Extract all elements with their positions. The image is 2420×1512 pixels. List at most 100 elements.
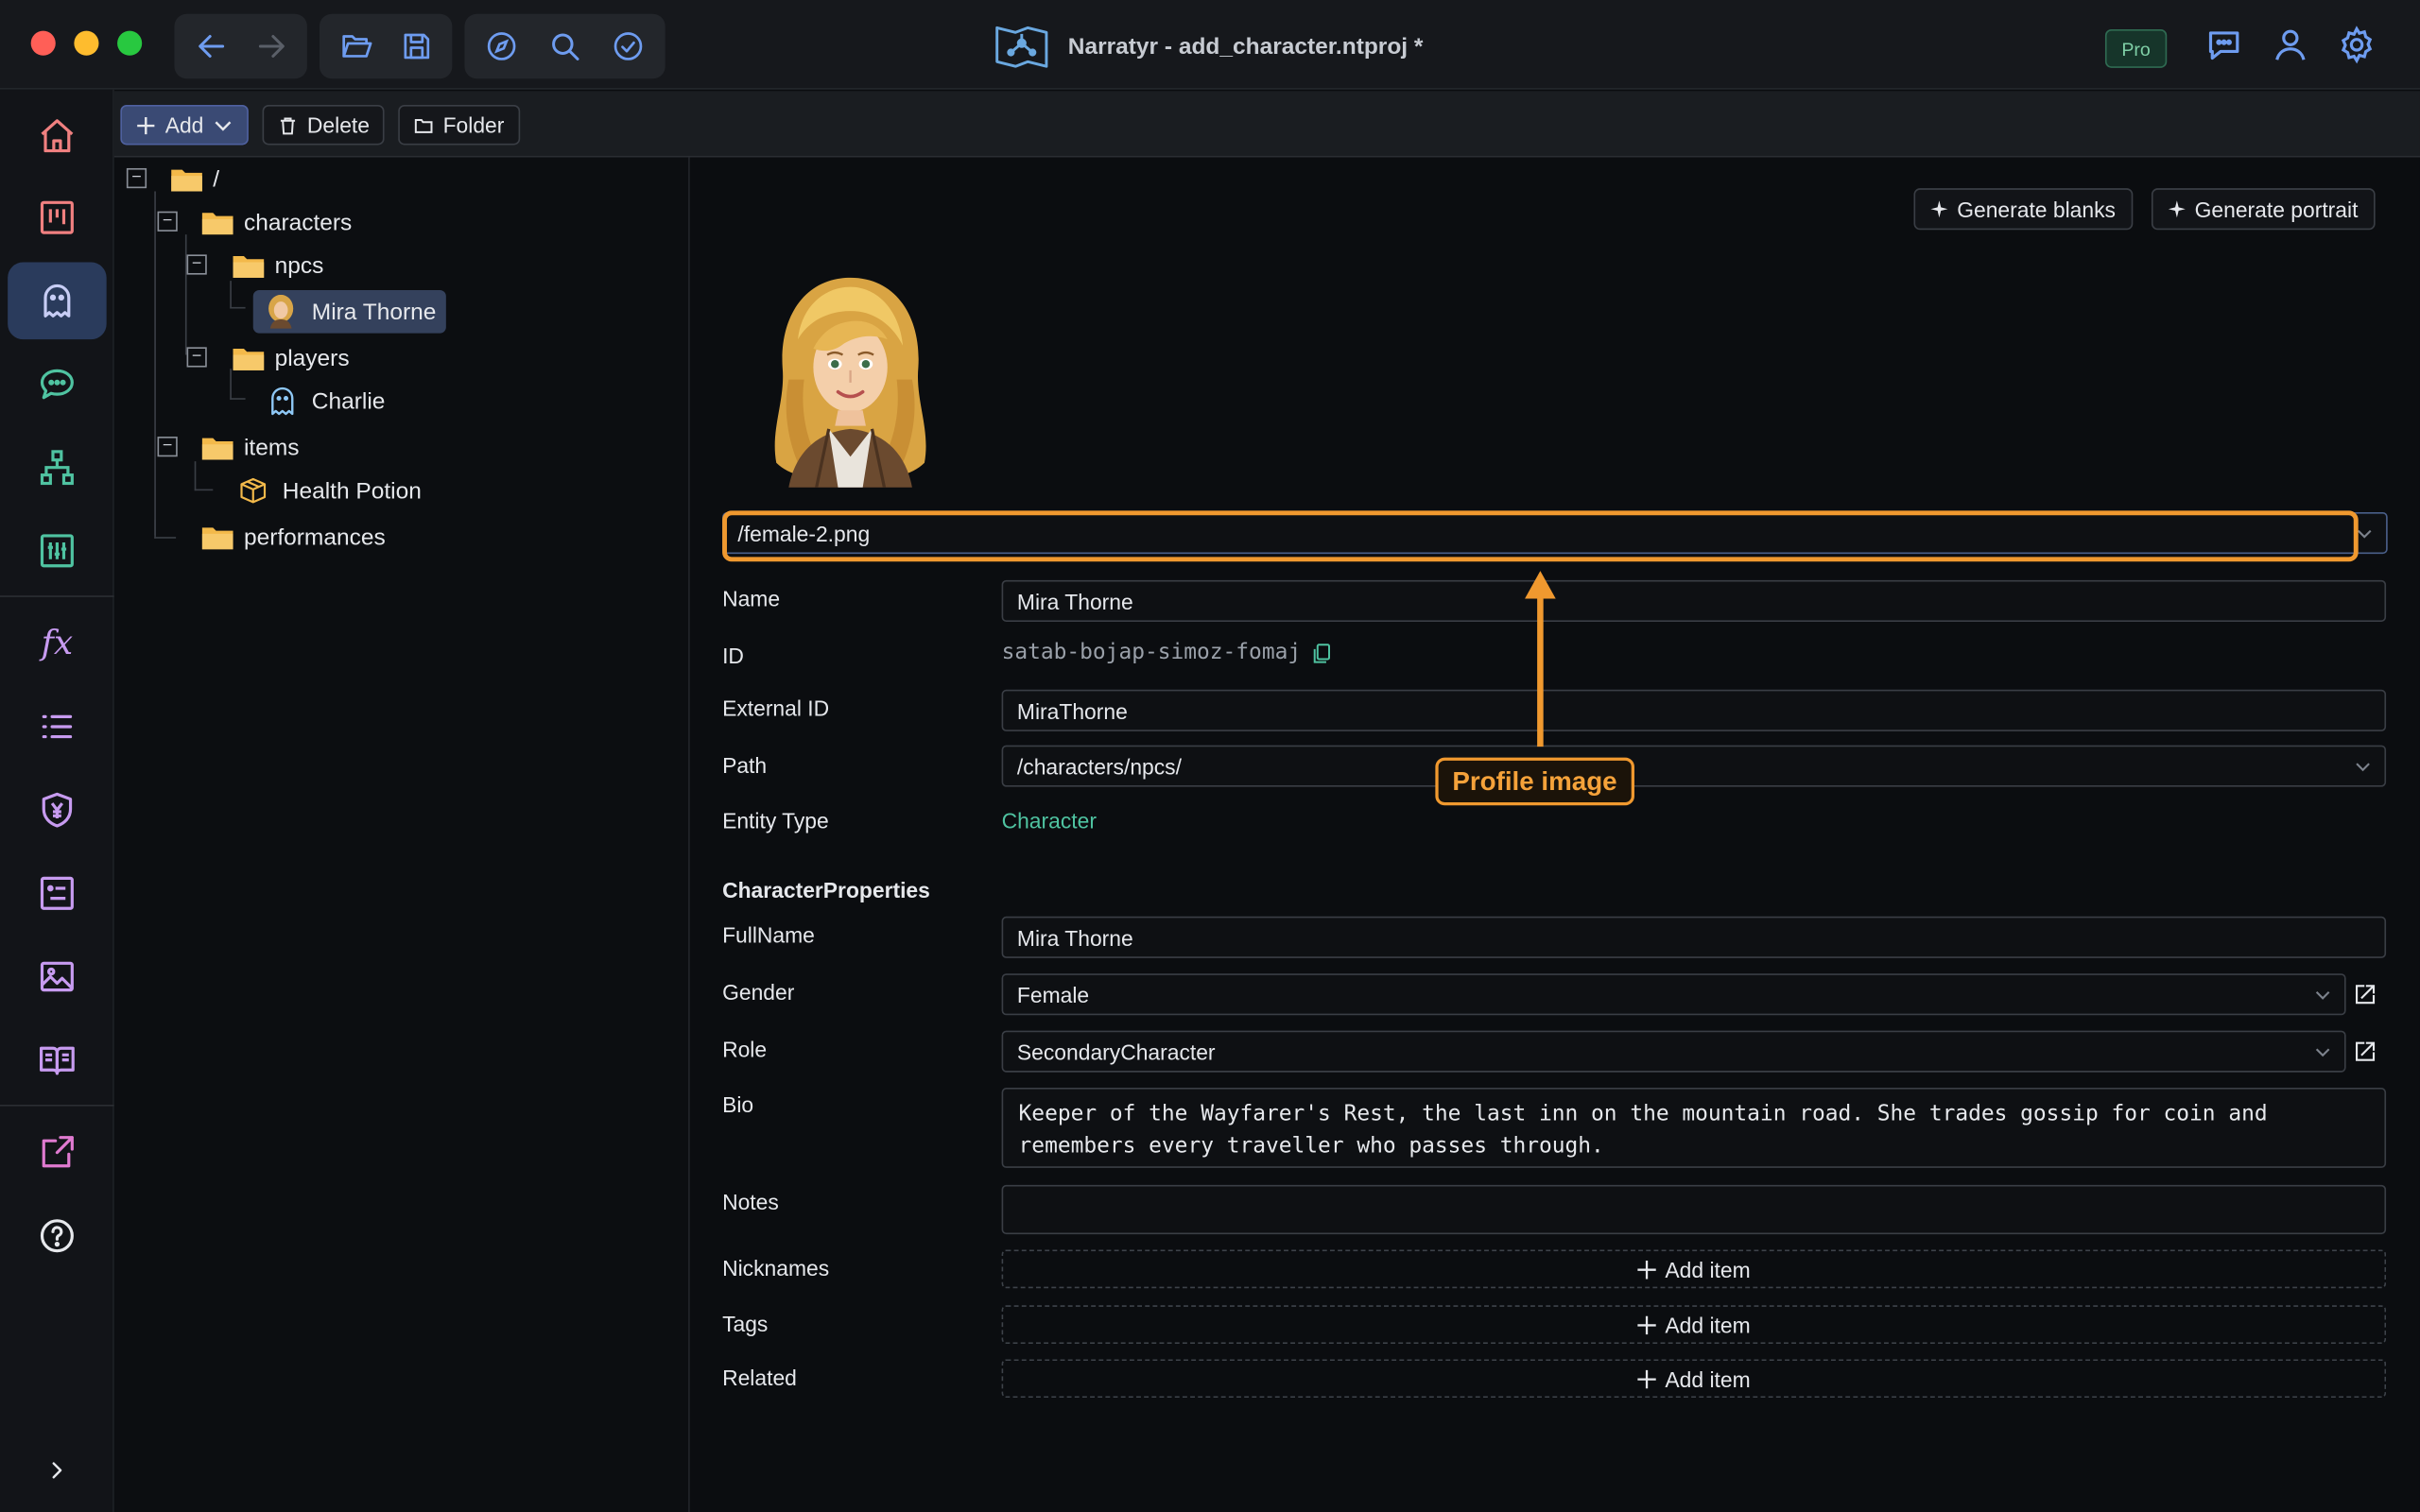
external-id-input[interactable]: MiraThorne bbox=[1001, 689, 2387, 731]
rail-dialogues[interactable] bbox=[8, 346, 106, 423]
close-window-button[interactable] bbox=[30, 30, 56, 56]
rail-documents[interactable] bbox=[8, 854, 106, 932]
add-item-label: Add item bbox=[1665, 1366, 1751, 1391]
name-input[interactable]: Mira Thorne bbox=[1001, 579, 2387, 622]
chat-icon[interactable] bbox=[2204, 25, 2243, 64]
entity-editor: Generate blanks Generate portrait /femal… bbox=[689, 157, 2420, 1512]
chevron-right-icon bbox=[52, 1462, 62, 1479]
chevron-down-icon bbox=[2315, 1048, 2330, 1057]
tools-group bbox=[464, 13, 666, 79]
save-icon bbox=[403, 33, 429, 60]
navigate-button[interactable] bbox=[474, 20, 530, 73]
rail-export[interactable] bbox=[8, 1114, 106, 1192]
tree-item-label: performances bbox=[243, 524, 386, 551]
search-button[interactable] bbox=[537, 20, 594, 73]
gender-select[interactable]: Female bbox=[1001, 973, 2346, 1016]
tree-item-charlie[interactable]: Charlie bbox=[266, 381, 385, 421]
collapse-players-toggle[interactable]: − bbox=[186, 347, 207, 368]
tree-item-health-potion[interactable]: Health Potion bbox=[237, 471, 422, 510]
folder-open-icon bbox=[341, 35, 372, 58]
title-bar: Narratyr - add_character.ntproj * Pro bbox=[0, 0, 2420, 90]
kanban-icon bbox=[40, 200, 74, 234]
tree-item-label: characters bbox=[243, 209, 353, 235]
folder-icon bbox=[201, 438, 233, 460]
rail-economy[interactable] bbox=[8, 771, 106, 849]
rail-lists[interactable] bbox=[8, 688, 106, 765]
tree-item-items[interactable]: items bbox=[200, 427, 299, 467]
pro-badge[interactable]: Pro bbox=[2104, 29, 2168, 68]
bio-textarea[interactable]: Keeper of the Wayfarer's Rest, the last … bbox=[1001, 1088, 2387, 1168]
generate-blanks-label: Generate blanks bbox=[1957, 197, 2116, 222]
list-icon bbox=[42, 714, 73, 739]
fullname-value: Mira Thorne bbox=[1016, 924, 1133, 950]
open-reference-icon[interactable] bbox=[2354, 981, 2378, 1005]
expand-rail-button[interactable] bbox=[8, 1432, 106, 1509]
new-folder-button[interactable]: Folder bbox=[398, 105, 520, 146]
rail-characters[interactable] bbox=[8, 262, 107, 340]
add-nickname-button[interactable]: Add item bbox=[1001, 1249, 2387, 1289]
validate-button[interactable] bbox=[599, 20, 656, 73]
minimize-window-button[interactable] bbox=[74, 30, 99, 56]
id-label: ID bbox=[722, 643, 744, 668]
activity-rail: fx bbox=[0, 89, 114, 1512]
chevron-down-icon bbox=[215, 120, 232, 130]
folder-icon bbox=[233, 348, 265, 370]
window-title-text: Narratyr - add_character.ntproj * bbox=[1067, 33, 1424, 60]
tree-item-performances[interactable]: performances bbox=[200, 517, 386, 557]
zoom-window-button[interactable] bbox=[117, 30, 143, 56]
notes-textarea[interactable] bbox=[1001, 1184, 2387, 1235]
copy-icon[interactable] bbox=[1310, 641, 1333, 663]
rail-help[interactable] bbox=[8, 1197, 106, 1275]
trash-icon bbox=[280, 116, 296, 134]
generate-blanks-button[interactable]: Generate blanks bbox=[1913, 188, 2133, 231]
tree-item-characters[interactable]: characters bbox=[200, 202, 352, 242]
add-related-button[interactable]: Add item bbox=[1001, 1359, 2387, 1399]
hierarchy-icon bbox=[40, 450, 74, 486]
plus-icon bbox=[137, 116, 155, 134]
character-portrait[interactable] bbox=[758, 271, 943, 488]
fullname-label: FullName bbox=[722, 922, 815, 948]
rail-functions[interactable]: fx bbox=[8, 605, 106, 682]
add-button[interactable]: Add bbox=[120, 105, 249, 146]
notes-label: Notes bbox=[722, 1189, 779, 1214]
save-button[interactable] bbox=[389, 20, 442, 73]
collapse-items-toggle[interactable]: − bbox=[157, 437, 178, 457]
add-tag-button[interactable]: Add item bbox=[1001, 1305, 2387, 1345]
tree-item-npcs[interactable]: npcs bbox=[232, 246, 323, 285]
tree-item-mira-thorne[interactable]: Mira Thorne bbox=[252, 289, 446, 334]
rail-home[interactable] bbox=[8, 97, 106, 175]
generate-portrait-button[interactable]: Generate portrait bbox=[2151, 188, 2376, 231]
tree-item-label: items bbox=[243, 434, 300, 461]
open-reference-icon[interactable] bbox=[2354, 1039, 2378, 1063]
back-button[interactable] bbox=[183, 20, 237, 73]
path-select[interactable]: /characters/npcs/ bbox=[1001, 745, 2387, 787]
collapse-npcs-toggle[interactable]: − bbox=[186, 254, 207, 275]
collapse-root-toggle[interactable]: − bbox=[126, 167, 147, 189]
folder-icon bbox=[233, 256, 265, 278]
role-value: SecondaryCharacter bbox=[1016, 1039, 1216, 1064]
forward-button[interactable] bbox=[244, 20, 298, 73]
rail-book[interactable] bbox=[8, 1022, 106, 1099]
tree-connector bbox=[154, 191, 166, 536]
folder-icon bbox=[201, 213, 233, 235]
collapse-characters-toggle[interactable]: − bbox=[157, 211, 178, 232]
user-icon[interactable] bbox=[2271, 25, 2310, 64]
rail-images[interactable] bbox=[8, 938, 106, 1016]
open-button[interactable] bbox=[329, 20, 383, 73]
gender-value: Female bbox=[1016, 982, 1090, 1007]
profile-image-select[interactable]: /female-2.png bbox=[722, 512, 2388, 555]
name-value: Mira Thorne bbox=[1016, 588, 1133, 613]
tree-item-label: Health Potion bbox=[282, 477, 422, 505]
gear-icon[interactable] bbox=[2337, 25, 2377, 64]
book-icon bbox=[40, 1046, 75, 1075]
tree-item-players[interactable]: players bbox=[232, 338, 350, 378]
role-select[interactable]: SecondaryCharacter bbox=[1001, 1030, 2346, 1073]
tree-item-root[interactable]: / bbox=[170, 159, 219, 198]
delete-button[interactable]: Delete bbox=[262, 105, 386, 146]
tree-toolbar: Add Delete Folder bbox=[113, 91, 2420, 158]
fullname-input[interactable]: Mira Thorne bbox=[1001, 916, 2387, 958]
entity-type-value: Character bbox=[1001, 808, 1097, 833]
rail-variables[interactable] bbox=[8, 512, 106, 590]
rail-flow[interactable] bbox=[8, 429, 106, 507]
rail-board[interactable] bbox=[8, 179, 106, 256]
